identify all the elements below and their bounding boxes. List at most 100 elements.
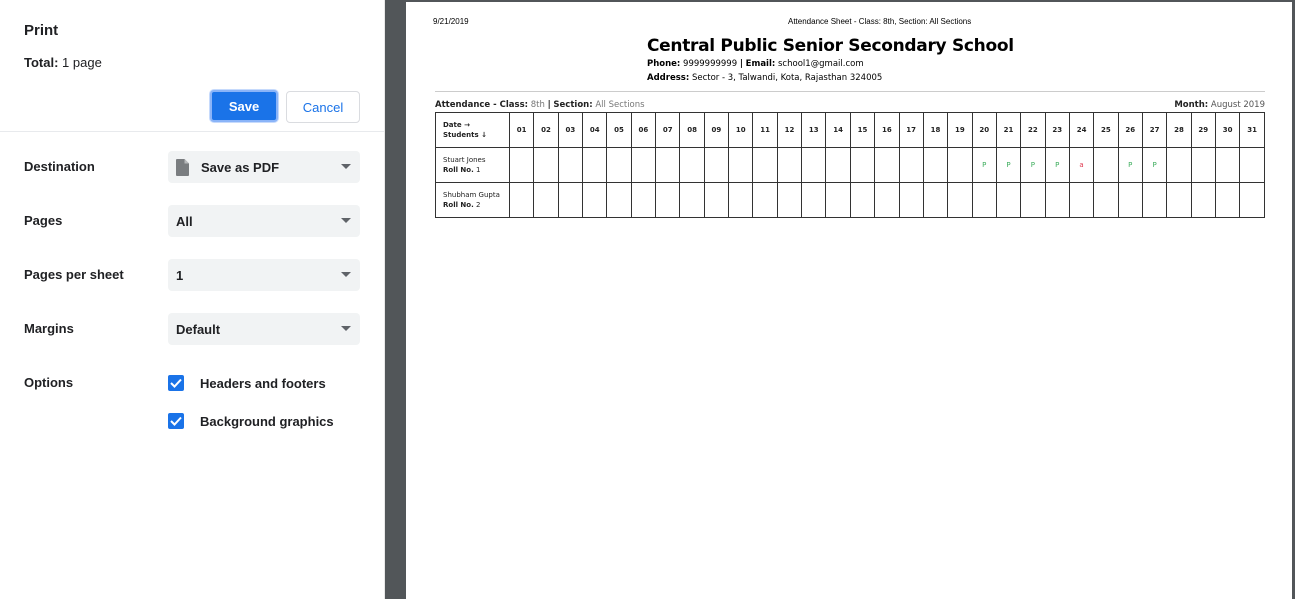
- day-header: 11: [752, 112, 778, 148]
- attendance-cell: [679, 182, 705, 218]
- attendance-cell: [801, 147, 827, 183]
- background-graphics-option[interactable]: Background graphics: [168, 413, 334, 429]
- print-settings-panel: Print Total: 1 page Save Cancel Destinat…: [0, 0, 385, 599]
- day-header: 06: [630, 112, 657, 148]
- day-header: 29: [1190, 112, 1216, 148]
- student-cell: Shubham Gupta Roll No. 2: [435, 182, 510, 218]
- section-label: Section:: [553, 100, 593, 110]
- headers-footers-checkbox[interactable]: [168, 375, 184, 391]
- attendance-cell: [630, 147, 657, 183]
- class-value: 8th: [530, 100, 545, 110]
- attendance-cell: [582, 147, 608, 183]
- attendance-cell: [849, 147, 876, 183]
- contact-line: Phone: 9999999999 | Email: school1@gmail…: [647, 59, 864, 69]
- table-header-row: Date → Students ↓ 01 02 03 04 05 06 07 08 09 10 11…: [435, 112, 1265, 148]
- attendance-cell: [557, 182, 584, 218]
- attendance-cell: [1044, 182, 1070, 218]
- attendance-cell: [557, 147, 584, 183]
- attendance-cell: [922, 147, 949, 183]
- attendance-cell: [1190, 182, 1216, 218]
- attendance-cell: P: [1117, 147, 1143, 183]
- present-mark: P: [982, 161, 987, 169]
- roll-number: Roll No. 1: [443, 165, 509, 175]
- day-header: 27: [1141, 112, 1168, 148]
- attendance-cell: [1214, 182, 1241, 218]
- header-title: Attendance Sheet - Class: 8th, Section: …: [788, 17, 972, 26]
- attendance-cell: [971, 182, 997, 218]
- attendance-cell: [728, 182, 754, 218]
- attendance-cell: [606, 147, 632, 183]
- document-icon: [176, 158, 189, 176]
- school-name: Central Public Senior Secondary School: [647, 36, 1014, 56]
- day-header: 17: [898, 112, 924, 148]
- attendance-cell: [655, 147, 681, 183]
- pages-select[interactable]: All: [168, 205, 360, 237]
- save-button[interactable]: Save: [210, 90, 278, 122]
- attendance-cell: [1166, 182, 1192, 218]
- attendance-table: Date → Students ↓ 01 02 03 04 05 06 07 08 09 10 11…: [435, 112, 1265, 218]
- pages-per-sheet-select[interactable]: 1: [168, 259, 360, 291]
- attendance-cell: [533, 147, 559, 183]
- day-header: 12: [776, 112, 803, 148]
- headers-footers-label: Headers and footers: [200, 375, 326, 391]
- divider: [0, 131, 384, 132]
- attendance-cell: [630, 182, 657, 218]
- roll-value: 2: [476, 201, 481, 209]
- day-header: 23: [1044, 112, 1070, 148]
- header-date: 9/21/2019: [433, 17, 469, 26]
- options-label: Options: [24, 375, 74, 390]
- destination-select[interactable]: Save as PDF: [168, 151, 360, 183]
- attendance-cell: [947, 182, 973, 218]
- day-header: 03: [557, 112, 584, 148]
- roll-label: Roll No.: [443, 201, 474, 209]
- preview-page: 9/21/2019 Attendance Sheet - Class: 8th,…: [406, 2, 1292, 599]
- attendance-cell: [1020, 182, 1046, 218]
- attendance-cell: [995, 182, 1022, 218]
- day-header: 18: [922, 112, 949, 148]
- pages-label: Pages: [24, 213, 63, 228]
- phone-label: Phone:: [647, 59, 681, 69]
- address-line: Address: Sector - 3, Talwandi, Kota, Raj…: [647, 73, 882, 83]
- attendance-cell: [825, 182, 851, 218]
- corner-header: Date → Students ↓: [435, 112, 510, 148]
- email-value: school1@gmail.com: [778, 59, 864, 69]
- attendance-cell: [1068, 182, 1095, 218]
- destination-label: Destination: [24, 159, 95, 174]
- present-mark: P: [1030, 161, 1035, 169]
- attendance-cell: [776, 147, 803, 183]
- check-icon: [170, 378, 182, 388]
- margins-select[interactable]: Default: [168, 313, 360, 345]
- email-label: Email:: [745, 59, 776, 69]
- absent-mark: a: [1079, 161, 1084, 169]
- attendance-cell: [1239, 147, 1265, 183]
- attendance-cell: [898, 182, 924, 218]
- attendance-cell: [1190, 147, 1216, 183]
- table-row: Shubham Gupta Roll No. 2: [435, 182, 1265, 218]
- margins-value: Default: [176, 321, 221, 337]
- student-cell: Stuart Jones Roll No. 1: [435, 147, 510, 183]
- attendance-cell: [1141, 182, 1168, 218]
- day-header: 02: [533, 112, 559, 148]
- chevron-down-icon: [341, 326, 351, 331]
- attendance-cell: [947, 147, 973, 183]
- background-graphics-checkbox[interactable]: [168, 413, 184, 429]
- day-header: 01: [508, 112, 535, 148]
- attendance-cell: [898, 147, 924, 183]
- attendance-cell: [874, 147, 900, 183]
- day-header: 19: [947, 112, 973, 148]
- attendance-cell: [728, 147, 754, 183]
- attendance-cell: [703, 182, 730, 218]
- attendance-cell: [1117, 182, 1143, 218]
- present-mark: P: [1128, 161, 1133, 169]
- headers-footers-option[interactable]: Headers and footers: [168, 375, 326, 391]
- attendance-cell: [776, 182, 803, 218]
- attendance-cell: [582, 182, 608, 218]
- day-header: 26: [1117, 112, 1143, 148]
- day-header: 20: [971, 112, 997, 148]
- present-mark: P: [1006, 161, 1011, 169]
- attendance-cell: [1093, 182, 1119, 218]
- total-pages: Total: 1 page: [24, 55, 102, 70]
- cancel-button[interactable]: Cancel: [286, 91, 360, 123]
- day-header: 04: [582, 112, 608, 148]
- day-header: 09: [703, 112, 730, 148]
